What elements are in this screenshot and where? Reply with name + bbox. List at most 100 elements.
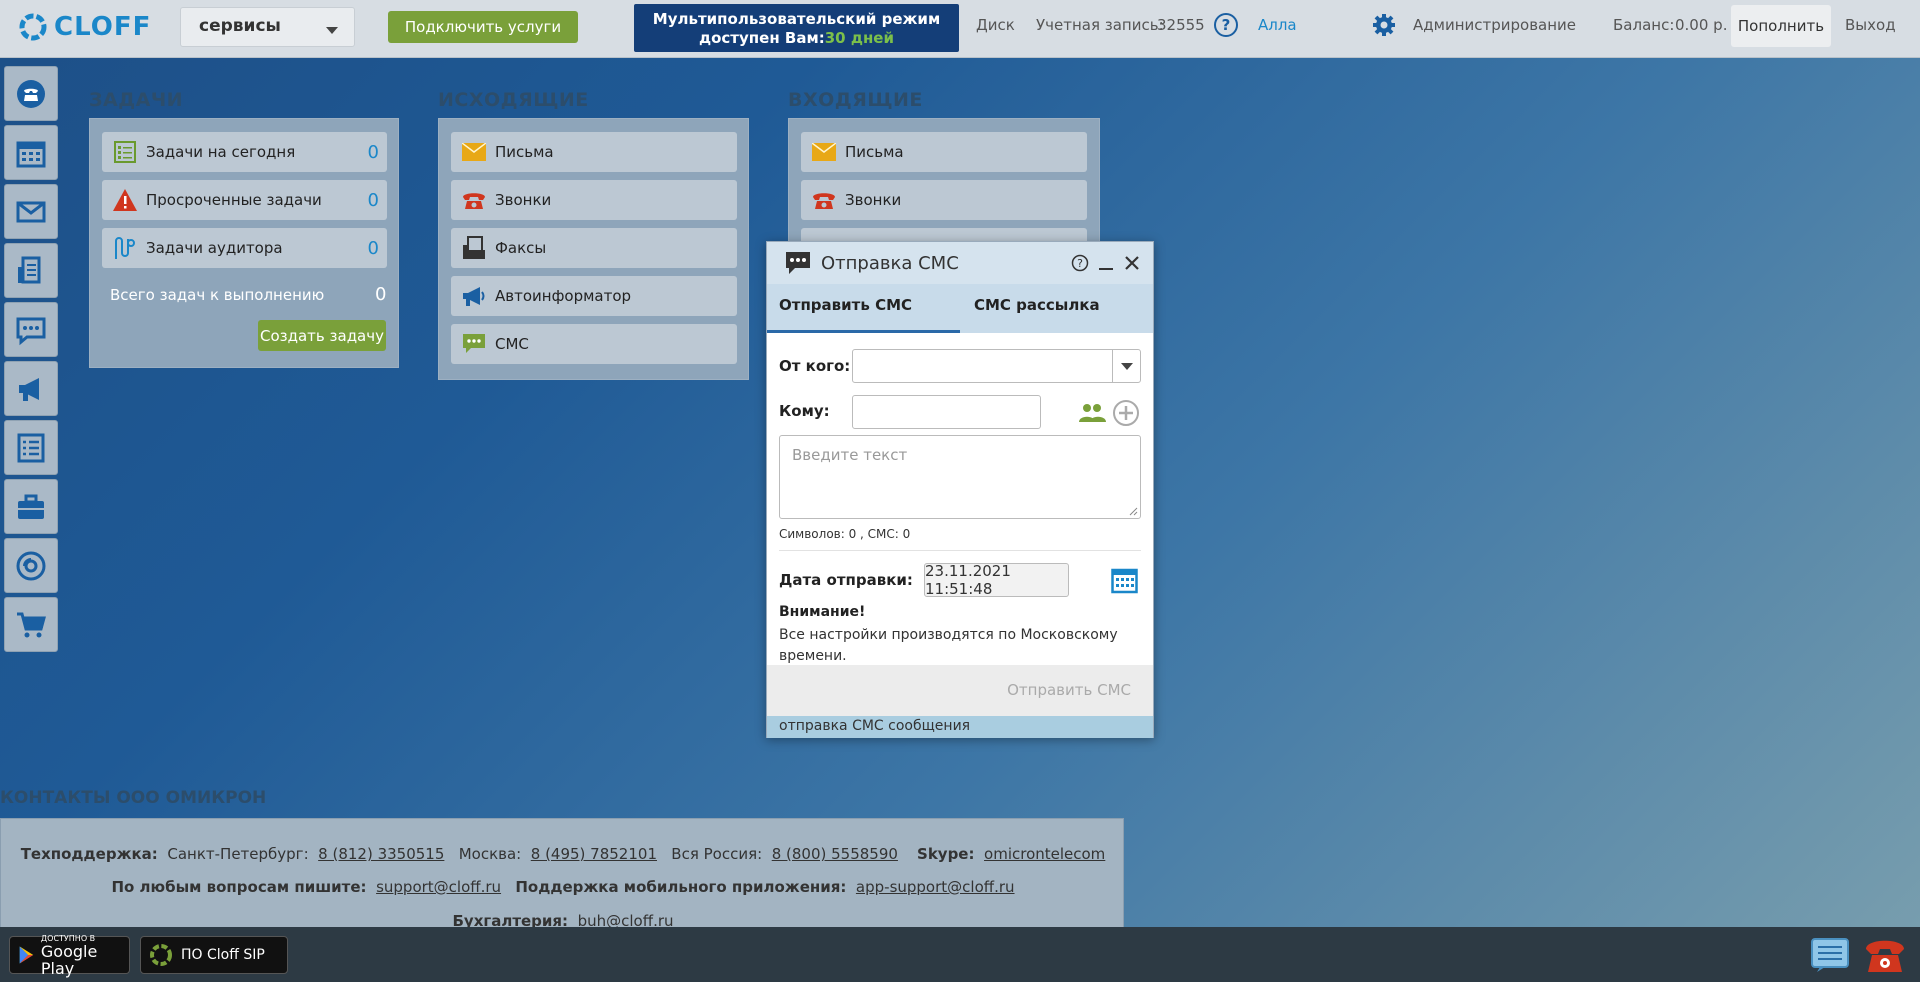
create-task-button[interactable]: Создать задачу (258, 320, 386, 351)
divider (779, 550, 1141, 551)
user-link[interactable]: Алла (1258, 16, 1297, 34)
help-icon[interactable]: ? (1214, 13, 1238, 37)
calendar-icon[interactable] (1111, 567, 1138, 594)
multiuser-banner[interactable]: Мультипользовательский режим доступен Ва… (634, 4, 959, 52)
topup-button[interactable]: Пополнить (1731, 5, 1831, 47)
outgoing-sms-label: СМС (495, 335, 529, 353)
svg-text:?: ? (1077, 257, 1083, 270)
incoming-calls-row[interactable]: Звонки (801, 180, 1087, 220)
outgoing-fax-row[interactable]: Факсы (451, 228, 737, 268)
gear-icon[interactable] (1372, 13, 1396, 37)
to-input[interactable] (852, 395, 1041, 429)
from-select[interactable] (852, 349, 1141, 383)
sms-dialog-header[interactable]: Отправка СМС ? (767, 242, 1153, 284)
sidebar-tasks[interactable] (4, 420, 58, 475)
mail-icon (16, 201, 46, 222)
cloff-logo-icon (19, 13, 47, 41)
sidebar-fax[interactable] (4, 243, 58, 298)
outgoing-letters-row[interactable]: Письма (451, 132, 737, 172)
balance-value: 0.00 р. (1675, 16, 1728, 34)
skype-label: Skype: (917, 845, 975, 863)
outgoing-title: ИСХОДЯЩИЕ (438, 89, 589, 111)
services-select-value: сервисы (199, 16, 281, 36)
sidebar-autoinformer[interactable] (4, 361, 58, 416)
disc-icon (16, 551, 46, 580)
outgoing-sms-row[interactable]: СМС (451, 324, 737, 364)
admin-link[interactable]: Администрирование (1413, 16, 1576, 34)
tasks-overdue-row[interactable]: Просроченные задачи 0 (102, 180, 387, 220)
google-play-button[interactable]: ДОСТУПНО В Google Play (9, 934, 130, 977)
sidebar-calendar[interactable] (4, 125, 58, 180)
chat-list-icon[interactable] (1811, 938, 1849, 972)
help-icon[interactable]: ? (1071, 254, 1089, 272)
warning-title: Внимание! (779, 604, 866, 620)
sidebar-records[interactable] (4, 538, 58, 593)
tasks-total-count: 0 (375, 284, 387, 305)
spb-phone-link[interactable]: 8 (812) 3350515 (318, 845, 444, 863)
tasks-total-label: Всего задач к выполнению (110, 286, 325, 304)
send-date-input[interactable]: 23.11.2021 11:51:48 (924, 562, 1069, 598)
tab-send-sms[interactable]: Отправить СМС (767, 284, 960, 333)
account-label: Учетная запись: (1036, 16, 1164, 34)
incoming-letters-row[interactable]: Письма (801, 132, 1087, 172)
tab-sms-mailing[interactable]: СМС рассылка (960, 284, 1153, 333)
red-phone-icon[interactable] (1862, 936, 1908, 974)
incoming-letters-label: Письма (845, 143, 904, 161)
account-number: 32555 (1157, 16, 1205, 34)
sms-dialog-title: Отправка СМС (821, 252, 959, 274)
sms-tabs: Отправить СМС СМС рассылка (767, 284, 1153, 333)
send-sms-button[interactable]: Отправить СМС (1007, 681, 1131, 699)
logout-link[interactable]: Выход (1845, 16, 1896, 34)
fax-icon (18, 256, 41, 283)
support-email-link[interactable]: support@cloff.ru (376, 878, 501, 896)
sidebar-chat[interactable] (4, 302, 58, 357)
phone-icon (811, 187, 837, 213)
bottom-bar (0, 927, 1920, 982)
outgoing-calls-row[interactable]: Звонки (451, 180, 737, 220)
sidebar-phone[interactable] (4, 66, 58, 121)
tasks-today-count: 0 (367, 141, 379, 163)
logo-text: CLOFF (54, 12, 152, 42)
briefcase-icon (18, 494, 44, 519)
message-textarea[interactable]: Введите текст (779, 435, 1141, 519)
checklist-icon (17, 433, 45, 462)
chat-icon (786, 252, 810, 274)
mobile-support-label: Поддержка мобильного приложения: (515, 878, 847, 896)
sms-dialog-footer: Отправить СМС (767, 665, 1153, 716)
services-select[interactable]: сервисы (180, 7, 355, 47)
warning-icon (112, 187, 138, 213)
outgoing-widget: Письма Звонки Факсы Автоинформатор СМС (438, 118, 749, 380)
balance-label: Баланс: (1613, 16, 1675, 34)
tasks-auditor-row[interactable]: Задачи аудитора 0 (102, 228, 387, 268)
megaphone-icon (19, 377, 39, 401)
mobile-email-link[interactable]: app-support@cloff.ru (856, 878, 1015, 896)
add-recipient-icon[interactable] (1112, 399, 1140, 427)
close-icon[interactable] (1123, 254, 1141, 272)
disk-link[interactable]: Диск (976, 16, 1015, 34)
resize-handle-icon[interactable] (1128, 506, 1138, 516)
outgoing-fax-label: Факсы (495, 239, 547, 257)
skype-link[interactable]: omicrontelecom (984, 845, 1105, 863)
connect-services-button[interactable]: Подключить услуги (388, 11, 578, 43)
msk-phone-link[interactable]: 8 (495) 7852101 (531, 845, 657, 863)
sidebar-crm[interactable] (4, 479, 58, 534)
outgoing-autoinformer-row[interactable]: Автоинформатор (451, 276, 737, 316)
sidebar-mail[interactable] (4, 184, 58, 239)
tasks-title: ЗАДАЧИ (89, 89, 184, 111)
contacts-icon[interactable] (1078, 403, 1106, 423)
chevron-down-icon (326, 27, 338, 34)
tasks-auditor-count: 0 (367, 237, 379, 259)
minimize-icon[interactable] (1097, 254, 1115, 272)
tasks-auditor-label: Задачи аудитора (146, 239, 283, 257)
tasks-today-row[interactable]: Задачи на сегодня 0 (102, 132, 387, 172)
list-icon (112, 139, 138, 165)
sidebar-shop[interactable] (4, 597, 58, 652)
contacts-title: КОНТАКТЫ ООО ОМИКРОН (0, 788, 267, 808)
russia-phone-link[interactable]: 8 (800) 5558590 (772, 845, 898, 863)
logo[interactable]: CLOFF (18, 12, 151, 42)
cloff-sip-button[interactable]: ПО Cloff SIP (140, 936, 288, 974)
multiuser-days: 30 дней (824, 29, 894, 47)
phone-icon (461, 187, 487, 213)
chevron-down-icon[interactable] (1112, 350, 1140, 382)
multiuser-line1: Мультипользовательский режим (652, 10, 941, 28)
